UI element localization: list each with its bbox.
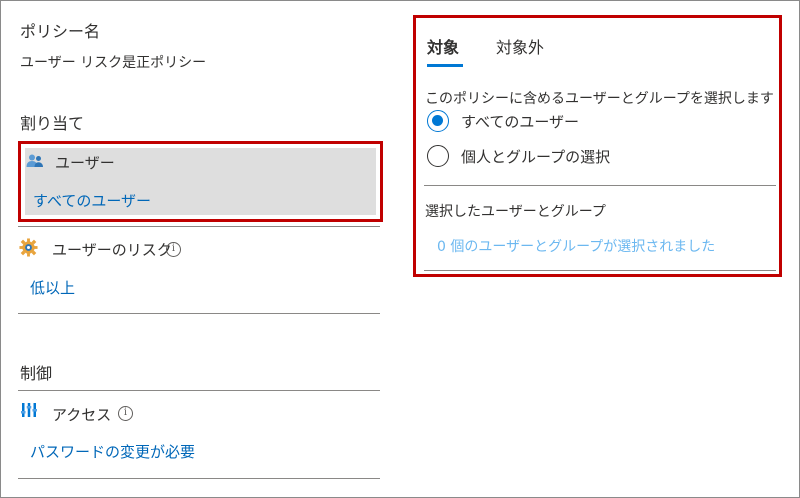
radio-all-users[interactable] (427, 110, 449, 132)
access-control-icon (21, 403, 37, 417)
access-info-icon[interactable]: i (118, 406, 133, 421)
include-instruction: このポリシーに含めるユーザーとグループを選択します (425, 91, 774, 107)
radio-select-users-groups[interactable] (427, 145, 449, 167)
users-label: ユーザー (55, 154, 115, 172)
radio-all-users-label[interactable]: すべてのユーザー (461, 111, 579, 132)
user-risk-info-icon[interactable]: i (166, 242, 181, 257)
users-value-link[interactable]: すべてのユーザー (33, 190, 151, 211)
radio-select-users-groups-label[interactable]: 個人とグループの選択 (461, 146, 610, 167)
controls-divider (18, 390, 380, 391)
user-risk-gear-icon (19, 238, 38, 257)
users-section[interactable]: ユーザー すべてのユーザー (18, 141, 383, 222)
selected-users-heading: 選択したユーザーとグループ (425, 204, 606, 220)
include-exclude-panel: 対象 対象外 このポリシーに含めるユーザーとグループを選択します すべてのユーザ… (413, 15, 782, 277)
access-label: アクセス (52, 406, 112, 424)
users-section-background: ユーザー すべてのユーザー (25, 148, 376, 215)
panel-divider-top (424, 185, 776, 186)
panel-divider-bottom (424, 270, 776, 271)
policy-name-value: ユーザー リスク是正ポリシー (20, 55, 207, 71)
tab-include[interactable]: 対象 (427, 34, 459, 58)
user-risk-value-link[interactable]: 低以上 (30, 277, 75, 298)
user-risk-label: ユーザーのリスク (52, 241, 172, 259)
user-risk-divider (18, 313, 380, 314)
tab-exclude[interactable]: 対象外 (496, 34, 544, 58)
active-tab-indicator (427, 64, 463, 67)
users-divider (18, 226, 380, 227)
access-divider (18, 478, 380, 479)
assignments-heading: 割り当て (20, 114, 85, 133)
access-value-link[interactable]: パスワードの変更が必要 (30, 441, 195, 462)
selected-users-status[interactable]: 0 個のユーザーとグループが選択されました (437, 236, 715, 256)
controls-heading: 制御 (20, 364, 53, 383)
policy-name-label: ポリシー名 (20, 22, 101, 41)
users-icon (26, 154, 43, 167)
